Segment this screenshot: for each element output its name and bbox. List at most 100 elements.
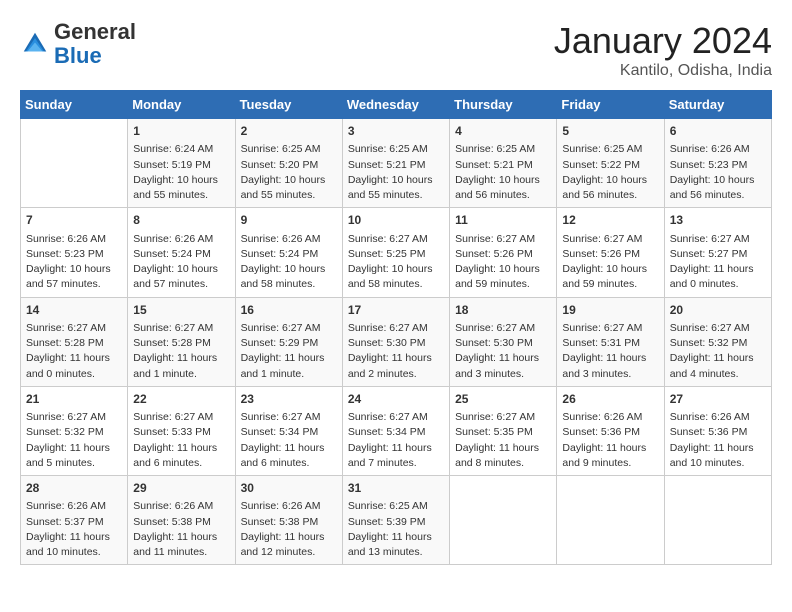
logo-blue: Blue xyxy=(54,43,102,68)
day-number: 27 xyxy=(670,391,766,408)
day-info-line: Daylight: 10 hours xyxy=(241,262,337,277)
day-info-line: Sunset: 5:28 PM xyxy=(133,336,229,351)
day-info-line: Daylight: 11 hours xyxy=(26,441,122,456)
header-row: SundayMondayTuesdayWednesdayThursdayFrid… xyxy=(21,91,772,119)
day-number: 29 xyxy=(133,480,229,497)
day-number: 20 xyxy=(670,302,766,319)
week-row-5: 28Sunrise: 6:26 AMSunset: 5:37 PMDayligh… xyxy=(21,476,772,565)
day-cell: 6Sunrise: 6:26 AMSunset: 5:23 PMDaylight… xyxy=(664,119,771,208)
day-info-line: Sunset: 5:21 PM xyxy=(348,158,444,173)
day-header-tuesday: Tuesday xyxy=(235,91,342,119)
day-cell: 8Sunrise: 6:26 AMSunset: 5:24 PMDaylight… xyxy=(128,208,235,297)
day-cell: 1Sunrise: 6:24 AMSunset: 5:19 PMDaylight… xyxy=(128,119,235,208)
day-info-line: Sunrise: 6:27 AM xyxy=(455,232,551,247)
day-info-line: Sunrise: 6:27 AM xyxy=(26,410,122,425)
day-info-line: and 2 minutes. xyxy=(348,367,444,382)
day-info-line: Sunset: 5:39 PM xyxy=(348,515,444,530)
day-header-friday: Friday xyxy=(557,91,664,119)
day-info-line: Daylight: 11 hours xyxy=(348,441,444,456)
day-number: 26 xyxy=(562,391,658,408)
day-number: 14 xyxy=(26,302,122,319)
day-number: 10 xyxy=(348,212,444,229)
day-number: 23 xyxy=(241,391,337,408)
day-info-line: Sunrise: 6:26 AM xyxy=(670,142,766,157)
day-info-line: Sunrise: 6:27 AM xyxy=(455,410,551,425)
day-info-line: Daylight: 11 hours xyxy=(348,530,444,545)
day-cell: 23Sunrise: 6:27 AMSunset: 5:34 PMDayligh… xyxy=(235,386,342,475)
day-header-monday: Monday xyxy=(128,91,235,119)
day-info-line: Sunset: 5:36 PM xyxy=(670,425,766,440)
day-info-line: Daylight: 11 hours xyxy=(241,530,337,545)
day-info-line: Sunrise: 6:27 AM xyxy=(241,321,337,336)
day-info-line: Sunset: 5:33 PM xyxy=(133,425,229,440)
day-info-line: Sunrise: 6:25 AM xyxy=(241,142,337,157)
day-info-line: Sunset: 5:20 PM xyxy=(241,158,337,173)
logo-general: General xyxy=(54,19,136,44)
day-info-line: and 8 minutes. xyxy=(455,456,551,471)
day-cell: 13Sunrise: 6:27 AMSunset: 5:27 PMDayligh… xyxy=(664,208,771,297)
day-number: 2 xyxy=(241,123,337,140)
day-info-line: Daylight: 11 hours xyxy=(562,441,658,456)
day-info-line: and 57 minutes. xyxy=(133,277,229,292)
day-cell: 25Sunrise: 6:27 AMSunset: 5:35 PMDayligh… xyxy=(450,386,557,475)
day-info-line: Sunset: 5:32 PM xyxy=(670,336,766,351)
day-info-line: Sunrise: 6:26 AM xyxy=(241,232,337,247)
day-cell: 21Sunrise: 6:27 AMSunset: 5:32 PMDayligh… xyxy=(21,386,128,475)
day-info-line: Daylight: 10 hours xyxy=(241,173,337,188)
day-info-line: Sunset: 5:36 PM xyxy=(562,425,658,440)
day-number: 16 xyxy=(241,302,337,319)
day-info-line: Sunset: 5:21 PM xyxy=(455,158,551,173)
day-info-line: Sunset: 5:22 PM xyxy=(562,158,658,173)
week-row-4: 21Sunrise: 6:27 AMSunset: 5:32 PMDayligh… xyxy=(21,386,772,475)
day-cell: 14Sunrise: 6:27 AMSunset: 5:28 PMDayligh… xyxy=(21,297,128,386)
day-info-line: Sunset: 5:26 PM xyxy=(562,247,658,262)
day-cell: 27Sunrise: 6:26 AMSunset: 5:36 PMDayligh… xyxy=(664,386,771,475)
day-number: 13 xyxy=(670,212,766,229)
title-block: January 2024 Kantilo, Odisha, India xyxy=(554,20,772,80)
day-info-line: Sunrise: 6:27 AM xyxy=(348,410,444,425)
day-info-line: Daylight: 11 hours xyxy=(562,351,658,366)
day-info-line: Sunrise: 6:27 AM xyxy=(348,321,444,336)
day-info-line: Daylight: 11 hours xyxy=(670,262,766,277)
day-number: 30 xyxy=(241,480,337,497)
day-info-line: Daylight: 11 hours xyxy=(670,441,766,456)
day-info-line: Sunrise: 6:26 AM xyxy=(26,499,122,514)
day-info-line: and 55 minutes. xyxy=(133,188,229,203)
day-info-line: Sunset: 5:31 PM xyxy=(562,336,658,351)
day-info-line: Sunset: 5:25 PM xyxy=(348,247,444,262)
day-info-line: Daylight: 11 hours xyxy=(26,530,122,545)
day-info-line: and 56 minutes. xyxy=(455,188,551,203)
day-cell: 31Sunrise: 6:25 AMSunset: 5:39 PMDayligh… xyxy=(342,476,449,565)
day-info-line: and 7 minutes. xyxy=(348,456,444,471)
day-cell: 9Sunrise: 6:26 AMSunset: 5:24 PMDaylight… xyxy=(235,208,342,297)
day-info-line: Sunrise: 6:27 AM xyxy=(562,321,658,336)
day-info-line: Daylight: 11 hours xyxy=(133,530,229,545)
day-info-line: and 58 minutes. xyxy=(348,277,444,292)
day-cell xyxy=(557,476,664,565)
week-row-2: 7Sunrise: 6:26 AMSunset: 5:23 PMDaylight… xyxy=(21,208,772,297)
day-cell: 30Sunrise: 6:26 AMSunset: 5:38 PMDayligh… xyxy=(235,476,342,565)
day-info-line: Daylight: 10 hours xyxy=(133,262,229,277)
day-cell: 18Sunrise: 6:27 AMSunset: 5:30 PMDayligh… xyxy=(450,297,557,386)
day-info-line: Daylight: 10 hours xyxy=(670,173,766,188)
day-info-line: Sunset: 5:23 PM xyxy=(26,247,122,262)
day-info-line: Sunrise: 6:27 AM xyxy=(133,410,229,425)
day-info-line: and 0 minutes. xyxy=(670,277,766,292)
day-header-saturday: Saturday xyxy=(664,91,771,119)
day-info-line: Sunrise: 6:24 AM xyxy=(133,142,229,157)
day-info-line: Sunset: 5:24 PM xyxy=(133,247,229,262)
day-cell: 26Sunrise: 6:26 AMSunset: 5:36 PMDayligh… xyxy=(557,386,664,475)
day-info-line: Daylight: 11 hours xyxy=(26,351,122,366)
day-cell xyxy=(450,476,557,565)
day-info-line: and 1 minute. xyxy=(241,367,337,382)
day-info-line: and 4 minutes. xyxy=(670,367,766,382)
day-number: 21 xyxy=(26,391,122,408)
day-number: 24 xyxy=(348,391,444,408)
day-number: 8 xyxy=(133,212,229,229)
page-header: General Blue January 2024 Kantilo, Odish… xyxy=(20,20,772,80)
day-info-line: and 3 minutes. xyxy=(562,367,658,382)
day-info-line: and 56 minutes. xyxy=(670,188,766,203)
day-number: 3 xyxy=(348,123,444,140)
day-info-line: Daylight: 10 hours xyxy=(562,173,658,188)
day-cell: 15Sunrise: 6:27 AMSunset: 5:28 PMDayligh… xyxy=(128,297,235,386)
